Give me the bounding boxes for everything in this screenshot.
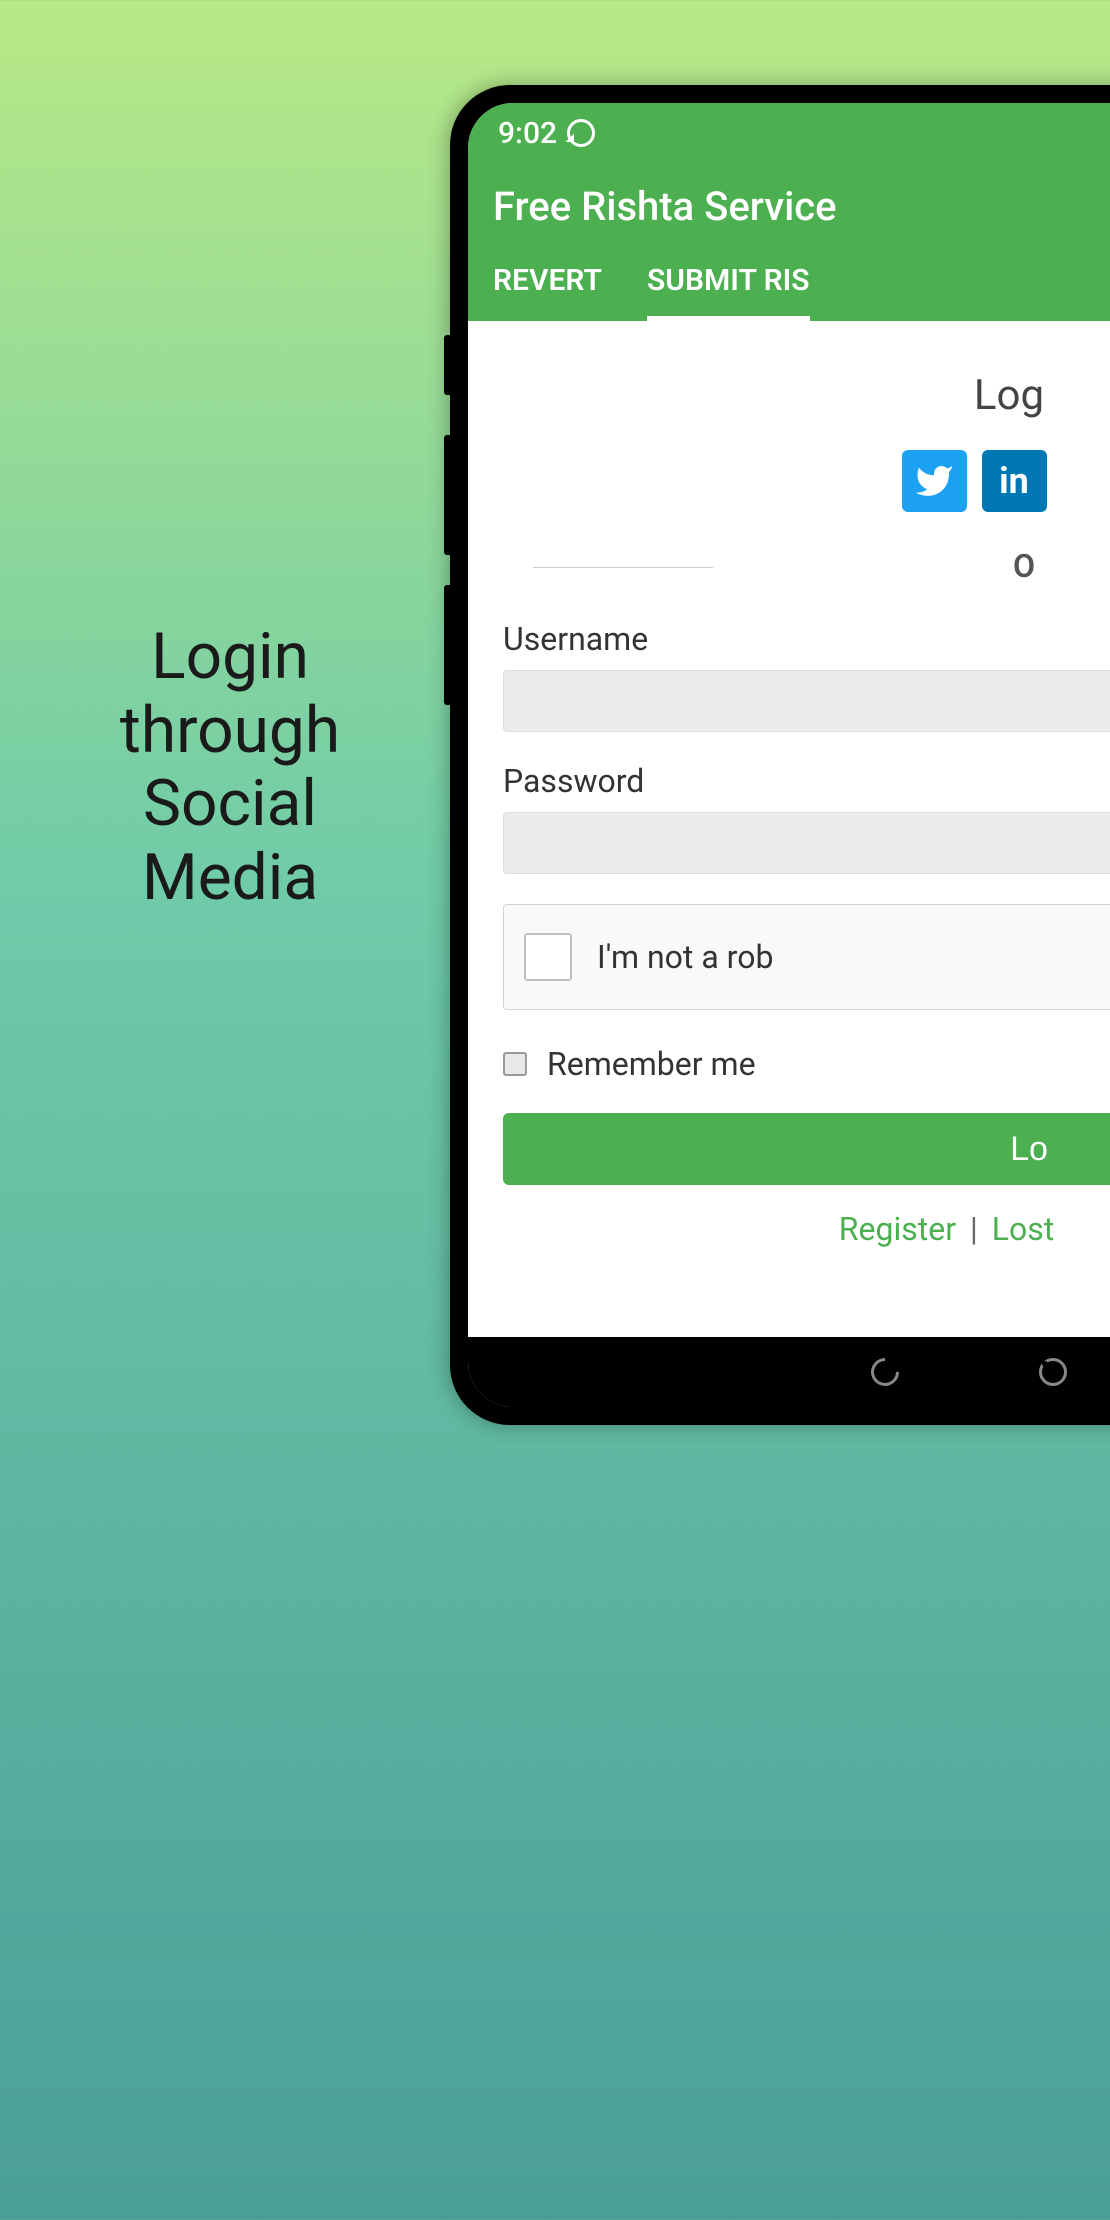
phone-frame: 9:02 Free Rishta Service REVERT SUBMIT R…	[450, 85, 1110, 1425]
username-input[interactable]	[503, 670, 1110, 732]
username-label: Username	[503, 620, 1110, 658]
password-label: Password	[503, 762, 1110, 800]
whatsapp-icon	[567, 119, 595, 147]
register-link[interactable]: Register	[839, 1210, 956, 1248]
social-login-row: in	[633, 450, 1110, 512]
twitter-icon	[914, 461, 954, 501]
twitter-login-button[interactable]	[902, 450, 967, 512]
password-input[interactable]	[503, 812, 1110, 874]
linkedin-icon: in	[999, 460, 1029, 502]
recaptcha-checkbox[interactable]	[524, 933, 572, 981]
login-content: Log in O Username Password I'm not a rob	[468, 321, 1110, 1268]
recaptcha-label: I'm not a rob	[597, 938, 773, 976]
phone-volume-up	[444, 435, 450, 555]
phone-volume-down	[444, 585, 450, 705]
android-nav-bar	[468, 1337, 1110, 1407]
login-button[interactable]: Lo	[503, 1113, 1110, 1185]
lost-password-link[interactable]: Lost	[992, 1210, 1054, 1248]
tab-submit-rishta[interactable]: SUBMIT RIS	[647, 263, 810, 306]
divider-or-text: O	[1013, 547, 1035, 585]
status-bar: 9:02	[468, 103, 1110, 163]
promo-headline: Login through Social Media	[110, 620, 350, 914]
link-separator: |	[970, 1210, 978, 1248]
phone-side-button	[444, 335, 450, 395]
login-heading: Log	[703, 371, 1110, 420]
remember-me-label: Remember me	[547, 1045, 756, 1083]
auth-links-row: Register | Lost	[578, 1210, 1110, 1248]
recaptcha-box: I'm not a rob	[503, 904, 1110, 1010]
linkedin-login-button[interactable]: in	[982, 450, 1047, 512]
tab-bar: REVERT SUBMIT RIS	[468, 245, 1110, 321]
phone-screen: 9:02 Free Rishta Service REVERT SUBMIT R…	[468, 103, 1110, 1407]
status-time: 9:02	[498, 116, 557, 151]
remember-me-checkbox[interactable]	[503, 1052, 527, 1076]
tab-revert[interactable]: REVERT	[493, 263, 602, 306]
divider-or: O	[733, 547, 1110, 585]
nav-home-icon[interactable]	[1039, 1358, 1067, 1386]
remember-me-row: Remember me	[503, 1045, 1110, 1083]
app-title: Free Rishta Service	[468, 163, 1110, 245]
nav-recent-icon[interactable]	[865, 1352, 905, 1392]
